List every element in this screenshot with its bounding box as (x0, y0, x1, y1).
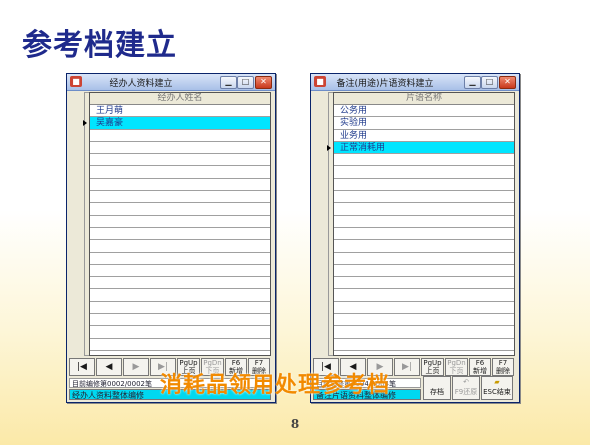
table-row[interactable] (334, 314, 514, 327)
table-row[interactable]: 业务用 (334, 130, 514, 142)
slide-title: 参考档建立 (22, 28, 177, 63)
table-row[interactable] (334, 228, 514, 241)
table-row[interactable] (90, 154, 270, 167)
table-row[interactable] (334, 277, 514, 290)
table-row[interactable] (90, 142, 270, 155)
table-row[interactable] (334, 203, 514, 216)
maximize-icon[interactable]: □ (481, 76, 498, 89)
table-row[interactable] (90, 265, 270, 278)
phrase-data-window: ■ 备注(用途)片语资料建立 ▁ □ ✕ 片语名称 公务用 实验用 业务用 正常消耗用… (310, 73, 520, 403)
prev-record-button[interactable]: ◀ (96, 358, 122, 376)
table-row[interactable] (334, 265, 514, 278)
restore-button[interactable]: ↶ F9还原 (452, 376, 480, 400)
table-row[interactable] (90, 289, 270, 302)
table-row[interactable] (334, 326, 514, 339)
close-icon[interactable]: ✕ (255, 76, 272, 89)
table-row[interactable] (334, 191, 514, 204)
maximize-icon[interactable]: □ (237, 76, 254, 89)
table-row[interactable] (334, 166, 514, 179)
minimize-icon[interactable]: ▁ (464, 76, 481, 89)
column-header: 片语名称 (334, 93, 514, 105)
add-button[interactable]: F6 新增 (469, 358, 491, 376)
table-row[interactable] (90, 130, 270, 142)
table-row[interactable]: 实验用 (334, 117, 514, 130)
next-record-button[interactable]: ▶ (123, 358, 149, 376)
page-number: 8 (290, 417, 300, 431)
phrase-grid: 片语名称 公务用 实验用 业务用 正常消耗用 (327, 92, 515, 356)
table-row[interactable] (90, 216, 270, 228)
table-row[interactable] (90, 240, 270, 253)
handler-data-window: ■ 经办人资料建立 ▁ □ ✕ 经办人姓名 王月萌 吴嘉豪 |◀ ◀ ▶ ▶| P… (66, 73, 276, 403)
window-titlebar[interactable]: ■ 经办人资料建立 ▁ □ ✕ (67, 74, 275, 91)
table-row[interactable] (90, 191, 270, 204)
delete-button[interactable]: F7 删除 (492, 358, 514, 376)
table-row[interactable] (334, 253, 514, 265)
table-row[interactable] (90, 228, 270, 241)
table-row[interactable] (90, 277, 270, 290)
table-row[interactable]: 正常消耗用 (327, 141, 514, 155)
table-row[interactable] (334, 302, 514, 315)
table-row[interactable] (90, 253, 270, 265)
table-row[interactable] (334, 240, 514, 253)
table-row[interactable]: 吴嘉豪 (83, 117, 270, 130)
table-row[interactable] (334, 339, 514, 351)
table-row[interactable] (90, 339, 270, 351)
table-row[interactable] (90, 166, 270, 179)
exit-button[interactable]: ▰ ESC结束 (481, 376, 513, 400)
current-row-marker-icon (83, 120, 87, 127)
table-row[interactable] (90, 314, 270, 327)
column-header: 经办人姓名 (90, 93, 270, 105)
table-row[interactable] (90, 302, 270, 315)
table-row[interactable] (334, 179, 514, 192)
table-row[interactable] (334, 216, 514, 228)
minimize-icon[interactable]: ▁ (220, 76, 237, 89)
table-row[interactable] (90, 179, 270, 192)
page-down-button[interactable]: PgDn 下页 (445, 358, 468, 376)
current-row-marker-icon (327, 144, 331, 151)
save-button[interactable]: 存档 (423, 376, 451, 400)
window-title: 经办人资料建立 (109, 79, 173, 89)
table-row[interactable] (90, 326, 270, 339)
table-row[interactable] (334, 154, 514, 167)
table-row[interactable] (334, 289, 514, 302)
close-icon[interactable]: ✕ (499, 76, 516, 89)
window-title: 备注(用途)片语资料建立 (336, 79, 434, 89)
table-row[interactable]: 公务用 (334, 105, 514, 118)
window-titlebar[interactable]: ■ 备注(用途)片语资料建立 ▁ □ ✕ (311, 74, 519, 91)
overlay-caption: 消耗品领用处理参考档 (160, 373, 391, 398)
door-icon: ▰ (494, 378, 500, 386)
table-row[interactable]: 王月萌 (90, 105, 270, 118)
page-up-button[interactable]: PgUp 上页 (421, 358, 444, 376)
undo-icon: ↶ (463, 378, 469, 386)
handler-grid: 经办人姓名 王月萌 吴嘉豪 (83, 92, 271, 356)
table-row[interactable] (90, 203, 270, 216)
first-record-button[interactable]: |◀ (69, 358, 95, 376)
last-record-button[interactable]: ▶| (394, 358, 420, 376)
